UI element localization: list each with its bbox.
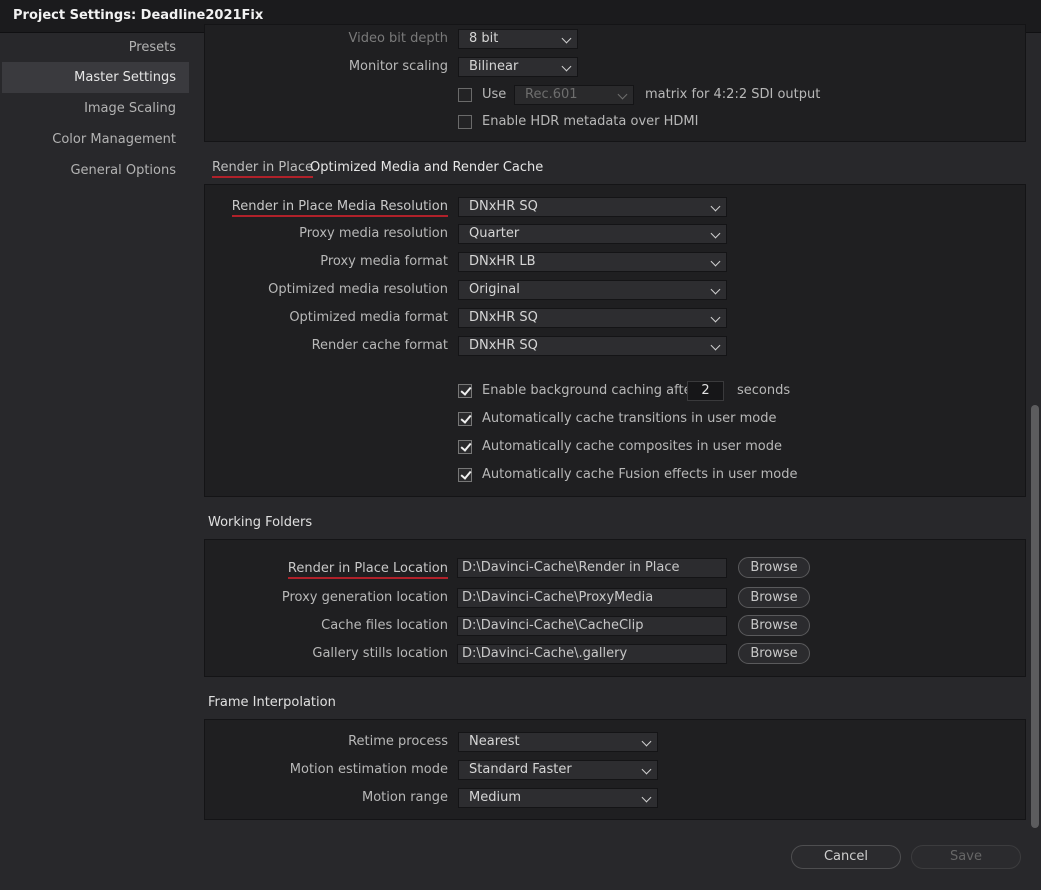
- sdi-matrix-dropdown[interactable]: Rec.601: [514, 85, 634, 105]
- chevron-down-icon: [617, 89, 628, 100]
- chevron-down-icon: [641, 736, 652, 747]
- cache-browse-button[interactable]: Browse: [738, 615, 810, 636]
- chevron-down-icon: [561, 33, 572, 44]
- optimized-format-dropdown[interactable]: DNxHR SQ: [458, 308, 727, 328]
- proxy-location-label: Proxy generation location: [281, 590, 448, 605]
- monitor-scaling-value: Bilinear: [469, 59, 519, 74]
- retime-process-label: Retime process: [348, 734, 448, 749]
- motion-estimation-label: Motion estimation mode: [289, 762, 448, 777]
- cache-location-field[interactable]: D:\Davinci-Cache\CacheClip: [457, 616, 727, 636]
- gallery-location-field[interactable]: D:\Davinci-Cache\.gallery: [457, 644, 727, 664]
- background-caching-label: Enable background caching after: [482, 383, 697, 398]
- motion-estimation-dropdown[interactable]: Standard Faster: [458, 760, 658, 780]
- proxy-location-field[interactable]: D:\Davinci-Cache\ProxyMedia: [457, 588, 727, 608]
- sidebar-item-color-management[interactable]: Color Management: [2, 124, 189, 155]
- video-bit-depth-label: Video bit depth: [348, 31, 449, 46]
- chevron-down-icon: [710, 340, 721, 351]
- chevron-down-icon: [641, 792, 652, 803]
- cache-transitions-checkbox[interactable]: [458, 412, 472, 426]
- render-cache-format-dropdown[interactable]: DNxHR SQ: [458, 336, 727, 356]
- monitor-scaling-label: Monitor scaling: [348, 59, 448, 74]
- chevron-down-icon: [710, 228, 721, 239]
- chevron-down-icon: [710, 201, 721, 212]
- background-caching-seconds-input[interactable]: 2: [687, 381, 724, 401]
- render-in-place-browse-button[interactable]: Browse: [738, 557, 810, 578]
- window-title: Project Settings: Deadline2021Fix: [13, 8, 264, 23]
- chevron-down-icon: [710, 284, 721, 295]
- optimized-format-label: Optimized media format: [289, 310, 448, 325]
- sdi-matrix-suffix: matrix for 4:2:2 SDI output: [645, 87, 821, 102]
- render-in-place-heading: Render in Place: [212, 160, 313, 178]
- retime-process-value: Nearest: [469, 734, 520, 749]
- sidebar-item-image-scaling[interactable]: Image Scaling: [2, 93, 189, 124]
- background-caching-unit: seconds: [737, 383, 791, 398]
- render-in-place-resolution-label: Render in Place Media Resolution: [231, 199, 448, 217]
- render-cache-format-label: Render cache format: [311, 338, 448, 353]
- save-button[interactable]: Save: [911, 845, 1021, 869]
- vertical-scrollbar[interactable]: [1031, 405, 1039, 828]
- optimized-resolution-dropdown[interactable]: Original: [458, 280, 727, 300]
- motion-estimation-value: Standard Faster: [469, 762, 572, 777]
- chevron-down-icon: [710, 312, 721, 323]
- render-in-place-resolution-dropdown[interactable]: DNxHR SQ: [458, 197, 727, 217]
- sdi-matrix-value: Rec.601: [525, 87, 578, 102]
- cancel-button[interactable]: Cancel: [791, 845, 901, 869]
- gallery-location-label: Gallery stills location: [312, 646, 448, 661]
- settings-sidebar: Presets Master Settings Image Scaling Co…: [0, 32, 190, 890]
- checkmark-icon: [460, 412, 472, 424]
- cache-transitions-label: Automatically cache transitions in user …: [482, 411, 777, 426]
- proxy-browse-button[interactable]: Browse: [738, 587, 810, 608]
- motion-range-value: Medium: [469, 790, 521, 805]
- retime-process-dropdown[interactable]: Nearest: [458, 732, 658, 752]
- motion-range-label: Motion range: [361, 790, 448, 805]
- use-matrix-label: Use: [482, 87, 507, 102]
- proxy-resolution-value: Quarter: [469, 226, 520, 241]
- optimized-media-heading: Optimized Media and Render Cache: [310, 160, 544, 175]
- background-caching-checkbox[interactable]: [458, 384, 472, 398]
- cache-composites-checkbox[interactable]: [458, 440, 472, 454]
- cache-composites-label: Automatically cache composites in user m…: [482, 439, 783, 454]
- optimized-format-value: DNxHR SQ: [469, 310, 538, 325]
- render-in-place-resolution-value: DNxHR SQ: [469, 199, 538, 214]
- proxy-format-dropdown[interactable]: DNxHR LB: [458, 252, 727, 272]
- use-matrix-checkbox[interactable]: [458, 88, 472, 102]
- sidebar-item-general-options[interactable]: General Options: [2, 155, 189, 186]
- working-folders-heading: Working Folders: [208, 515, 313, 530]
- proxy-format-value: DNxHR LB: [469, 254, 536, 269]
- motion-range-dropdown[interactable]: Medium: [458, 788, 658, 808]
- render-in-place-location-label: Render in Place Location: [287, 561, 448, 579]
- render-cache-format-value: DNxHR SQ: [469, 338, 538, 353]
- video-bit-depth-dropdown[interactable]: 8 bit: [458, 29, 578, 49]
- optimized-resolution-label: Optimized media resolution: [268, 282, 448, 297]
- checkmark-icon: [460, 468, 472, 480]
- cache-fusion-checkbox[interactable]: [458, 468, 472, 482]
- cache-fusion-label: Automatically cache Fusion effects in us…: [482, 467, 798, 482]
- gallery-browse-button[interactable]: Browse: [738, 643, 810, 664]
- proxy-resolution-label: Proxy media resolution: [299, 226, 448, 241]
- render-in-place-location-field[interactable]: D:\Davinci-Cache\Render in Place: [457, 558, 727, 578]
- proxy-format-label: Proxy media format: [320, 254, 448, 269]
- chevron-down-icon: [561, 61, 572, 72]
- cache-location-label: Cache files location: [321, 618, 448, 633]
- hdr-metadata-label: Enable HDR metadata over HDMI: [482, 114, 699, 129]
- checkmark-icon: [460, 384, 472, 396]
- chevron-down-icon: [641, 764, 652, 775]
- sidebar-item-presets[interactable]: Presets: [2, 32, 189, 63]
- checkmark-icon: [460, 440, 472, 452]
- monitor-scaling-dropdown[interactable]: Bilinear: [458, 57, 578, 77]
- hdr-metadata-checkbox[interactable]: [458, 115, 472, 129]
- chevron-down-icon: [710, 256, 721, 267]
- proxy-resolution-dropdown[interactable]: Quarter: [458, 224, 727, 244]
- optimized-resolution-value: Original: [469, 282, 520, 297]
- sidebar-item-master-settings[interactable]: Master Settings: [2, 62, 189, 93]
- video-bit-depth-value: 8 bit: [469, 31, 499, 46]
- frame-interpolation-heading: Frame Interpolation: [208, 695, 336, 710]
